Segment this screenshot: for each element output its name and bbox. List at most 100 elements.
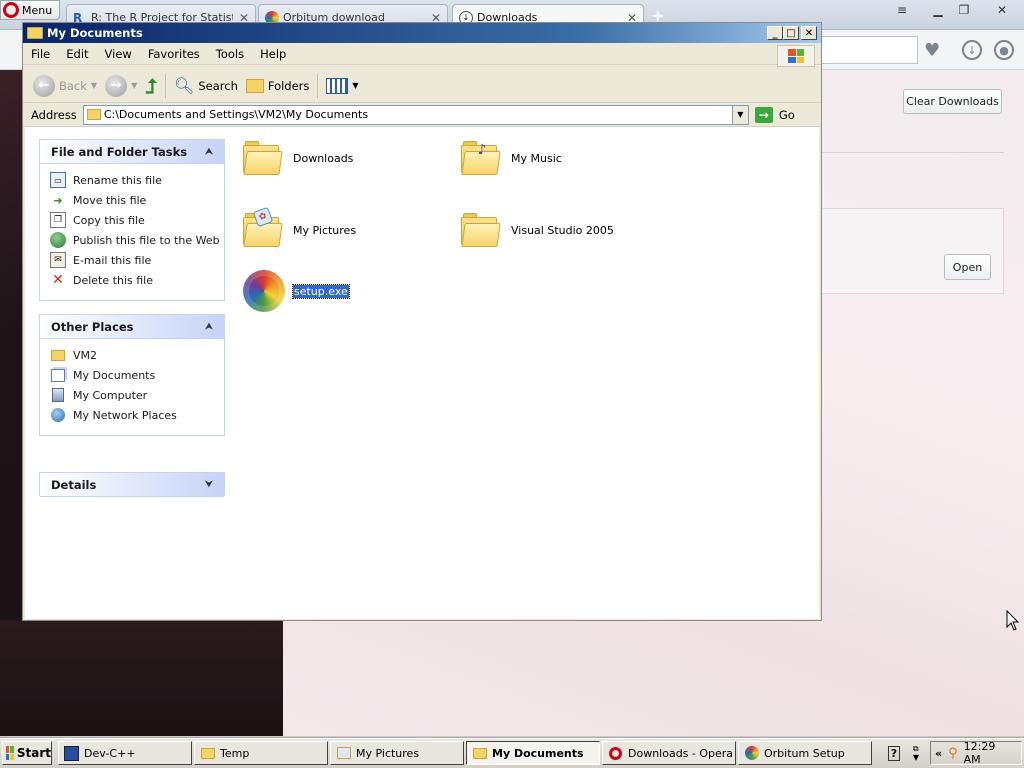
panel-header[interactable]: Other Places ⮝	[40, 315, 224, 339]
speed-dial-menu-icon[interactable]: ≡	[890, 1, 914, 19]
task-label: Copy this file	[73, 213, 145, 227]
task-label: E-mail this file	[73, 253, 152, 267]
clear-downloads-button[interactable]: Clear Downloads	[903, 89, 1002, 114]
task-email[interactable]: ✉ E-mail this file	[50, 250, 224, 270]
address-value: C:\Documents and Settings\VM2\My Documen…	[103, 108, 369, 121]
download-icon[interactable]: ↓	[962, 40, 982, 60]
rename-icon: ▭	[50, 172, 66, 188]
explorer-window: My Documents _ □ ✕ File Edit View Favori…	[22, 22, 822, 621]
show-hidden-icons-icon[interactable]: «	[935, 747, 942, 760]
orbitum-setup-icon	[243, 270, 285, 312]
folder-icon	[243, 141, 283, 175]
place-my-computer[interactable]: My Computer	[50, 385, 224, 405]
place-my-network-places[interactable]: My Network Places	[50, 405, 224, 425]
task-label: My Documents	[492, 746, 584, 760]
open-button[interactable]: Open	[944, 254, 991, 280]
menu-favorites[interactable]: Favorites	[140, 47, 208, 61]
explorer-client-area: File and Folder Tasks ⮝ ▭ Rename this fi…	[25, 127, 819, 619]
up-arrow-icon: ⮥	[145, 73, 158, 98]
search-button[interactable]: 🔍︎ Search	[170, 72, 242, 100]
account-icon[interactable]: ●	[994, 40, 1014, 60]
file-name: Visual Studio 2005	[511, 223, 614, 237]
views-icon	[326, 77, 349, 94]
window-title-bar[interactable]: My Documents	[23, 23, 821, 43]
up-folder-button[interactable]: ⮥	[141, 72, 161, 100]
panel-header[interactable]: File and Folder Tasks ⮝	[40, 140, 224, 164]
details-panel: Details ⮟	[39, 472, 225, 497]
folders-button[interactable]: Folders	[242, 72, 314, 100]
toolbar-separator	[165, 73, 167, 98]
forward-button[interactable]: → ▼	[101, 72, 141, 100]
computer-icon	[50, 387, 66, 403]
close-icon[interactable]: ✕	[990, 1, 1014, 19]
taskbar-item-my-pictures[interactable]: My Pictures	[330, 741, 464, 765]
expand-chevron-icon[interactable]: ⮟	[202, 478, 216, 492]
address-label: Address	[31, 107, 77, 122]
menu-file[interactable]: File	[23, 47, 58, 61]
other-places-panel: Other Places ⮝ VM2 My Documents My Compu…	[39, 314, 225, 436]
task-publish[interactable]: Publish this file to the Web	[50, 230, 224, 250]
collapse-chevron-icon[interactable]: ⮝	[202, 145, 216, 159]
windows-logo-icon	[6, 746, 14, 760]
back-label: Back	[59, 78, 87, 93]
opera-menu-button[interactable]: Menu	[0, 0, 60, 20]
menu-edit[interactable]: Edit	[58, 47, 96, 61]
start-button[interactable]: Start	[2, 741, 52, 765]
panel-header[interactable]: Details ⮟	[40, 473, 224, 497]
folder-icon	[461, 213, 501, 247]
search-icon[interactable]: ⚲	[948, 746, 958, 761]
go-label: Go	[778, 107, 795, 122]
menu-help[interactable]: Help	[252, 47, 294, 61]
taskbar-item-temp[interactable]: Temp	[194, 741, 328, 765]
pictures-folder-icon: ✿	[243, 206, 283, 247]
task-move[interactable]: ➜ Move this file	[50, 190, 224, 210]
taskbar-item-my-documents[interactable]: My Documents	[466, 741, 600, 765]
taskbar-item-opera[interactable]: Downloads - Opera	[602, 741, 736, 765]
taskbar-item-orbitum-setup[interactable]: Orbitum Setup	[738, 741, 872, 765]
language-bar-icon[interactable]: ⧉ ▼	[906, 741, 926, 765]
file-item-visual-studio-2005[interactable]: Visual Studio 2005	[461, 213, 614, 247]
menu-view[interactable]: View	[97, 47, 140, 61]
file-name: My Music	[511, 151, 562, 165]
minimize-icon[interactable]: ▁	[926, 1, 950, 19]
chevron-down-icon[interactable]: ▼	[731, 105, 748, 124]
views-button[interactable]: ▼	[322, 72, 362, 100]
minimize-button[interactable]: _	[767, 26, 783, 40]
back-button[interactable]: ← Back ▼	[29, 72, 101, 100]
task-rename[interactable]: ▭ Rename this file	[50, 170, 224, 190]
menu-tools[interactable]: Tools	[208, 47, 252, 61]
taskbar-item-devcpp[interactable]: Dev-C++	[58, 741, 192, 765]
close-button[interactable]: ✕	[801, 26, 817, 40]
file-item-setup-exe[interactable]: setup.exe	[243, 270, 350, 312]
heart-icon[interactable]: ♥	[924, 40, 940, 61]
task-copy[interactable]: ❐ Copy this file	[50, 210, 224, 230]
task-delete[interactable]: ✕ Delete this file	[50, 270, 224, 290]
collapse-chevron-icon[interactable]: ⮝	[202, 320, 216, 334]
restore-icon[interactable]: ❐	[952, 1, 976, 19]
place-my-documents[interactable]: My Documents	[50, 365, 224, 385]
menu-bar: File Edit View Favorites Tools Help	[23, 43, 821, 65]
help-icon[interactable]: ?	[884, 741, 904, 765]
globe-icon	[50, 232, 66, 248]
file-item-downloads[interactable]: Downloads	[243, 141, 353, 175]
opera-url-field[interactable]	[820, 36, 918, 64]
file-item-my-pictures[interactable]: ✿ My Pictures	[243, 206, 356, 247]
copy-icon: ❐	[50, 212, 66, 228]
place-label: My Computer	[73, 388, 148, 402]
place-vm2[interactable]: VM2	[50, 345, 224, 365]
panel-title: Details	[51, 477, 97, 492]
place-label: VM2	[73, 348, 98, 362]
search-label: Search	[198, 78, 238, 93]
go-button[interactable]: → Go	[754, 106, 795, 123]
file-name: Downloads	[293, 151, 354, 165]
file-item-my-music[interactable]: ♪ My Music	[461, 141, 562, 175]
network-icon	[50, 407, 66, 423]
maximize-button[interactable]: □	[783, 26, 799, 40]
address-field[interactable]: C:\Documents and Settings\VM2\My Documen…	[82, 104, 749, 125]
forward-arrow-icon: →	[105, 74, 128, 97]
panel-title: File and Folder Tasks	[51, 144, 188, 159]
folder-icon	[86, 108, 101, 120]
task-label: Move this file	[73, 193, 147, 207]
email-icon: ✉	[50, 252, 66, 268]
standard-toolbar: ← Back ▼ → ▼ ⮥ 🔍︎ Search Folders ▼	[23, 69, 821, 103]
